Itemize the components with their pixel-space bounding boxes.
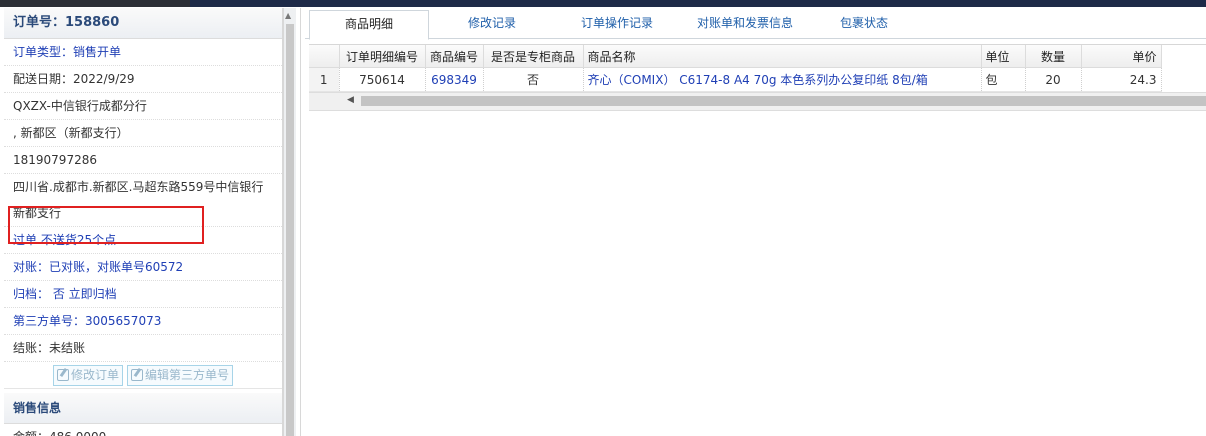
district-row: , 新都区（新都支行） [4, 120, 282, 147]
order-number-header: 订单号：158860 [4, 8, 282, 39]
order-action-buttons: 修改订单 编辑第三方单号 [4, 362, 282, 389]
scroll-up-arrow-icon[interactable]: ▲ [285, 11, 291, 20]
column-header-product-name[interactable]: 商品名称 [583, 45, 982, 68]
detail-id-cell: 750614 [339, 67, 426, 92]
delivery-date-row: 配送日期：2022/9/29 [4, 66, 282, 93]
amount-row: 金额：486.0000 [4, 424, 282, 436]
edit-third-party-label: 编辑第三方单号 [145, 367, 230, 382]
edit-icon [56, 369, 69, 381]
order-number-title: 订单号：158860 [13, 15, 120, 30]
tab-statement-invoice[interactable]: 对账单和发票信息 [685, 10, 805, 38]
column-header-unit[interactable]: 单位 [981, 45, 1026, 68]
detail-tabs: 商品明细 修改记录 订单操作记录 对账单和发票信息 包裹状态 [305, 8, 1206, 40]
tab-order-operation-log[interactable]: 订单操作记录 [567, 10, 667, 38]
edit-third-party-button[interactable]: 编辑第三方单号 [127, 364, 234, 386]
unit-cell: 包 [981, 67, 1026, 92]
sales-info-header: 销售信息 [4, 393, 282, 424]
settlement-row: 结账：未结账 [4, 335, 282, 362]
scroll-left-arrow-icon[interactable]: ◀ [347, 95, 354, 105]
table-header-row: 订单明细编号 商品编号 是否是专柜商品 商品名称 单位 数量 单价 [309, 45, 1162, 68]
edit-icon [131, 369, 143, 381]
customer-name-row: QXZX-中信银行成都分行 [4, 93, 282, 120]
table-row[interactable]: 1 750614 698349 否 齐心（COMIX） C6174-8 A4 7… [309, 67, 1162, 92]
column-header-product-id[interactable]: 商品编号 [425, 45, 484, 68]
counter-cell: 否 [483, 67, 584, 92]
edit-order-button[interactable]: 修改订单 [52, 364, 123, 386]
product-id-link[interactable]: 698349 [425, 67, 484, 92]
row-number: 1 [309, 67, 340, 92]
product-table: 订单明细编号 商品编号 是否是专柜商品 商品名称 单位 数量 单价 1 7506… [309, 45, 1162, 92]
edit-order-label: 修改订单 [70, 367, 119, 382]
product-grid: 订单明细编号 商品编号 是否是专柜商品 商品名称 单位 数量 单价 1 7506… [309, 44, 1206, 111]
column-header-quantity[interactable]: 数量 [1025, 45, 1082, 68]
column-header-detail-id[interactable]: 订单明细编号 [339, 45, 426, 68]
horizontal-scrollbar[interactable]: ◀ [309, 92, 1206, 111]
tab-modification-log[interactable]: 修改记录 [447, 10, 537, 38]
panel-divider [300, 8, 301, 436]
vertical-scrollbar-thumb[interactable] [286, 24, 294, 436]
reconcile-row[interactable]: 对账：已对账，对账单号60572 [4, 254, 282, 281]
quantity-cell: 20 [1025, 67, 1082, 92]
top-bar-accent [190, 0, 1206, 7]
order-type-row: 订单类型：销售开单 [4, 39, 282, 66]
address-row: 四川省.成都市.新都区.马超东路559号中信银行 [13, 180, 264, 194]
price-cell: 24.3 [1081, 67, 1162, 92]
order-info-panel: 订单号：158860 订单类型：销售开单 配送日期：2022/9/29 QXZX… [4, 8, 283, 436]
column-header-index [309, 45, 340, 68]
third-party-number-row: 第三方单号：3005657073 [4, 308, 282, 335]
red-highlight-box [8, 206, 204, 244]
panel-splitter[interactable]: ▲ [283, 8, 296, 436]
top-bar [0, 0, 1206, 7]
tab-package-status[interactable]: 包裹状态 [823, 10, 905, 38]
tab-product-details[interactable]: 商品明细 [309, 10, 429, 40]
detail-area: 商品明细 修改记录 订单操作记录 对账单和发票信息 包裹状态 订单明细编号 商品… [305, 8, 1206, 436]
phone-row: 18190797286 [4, 147, 282, 174]
column-header-counter[interactable]: 是否是专柜商品 [483, 45, 584, 68]
product-name-link[interactable]: 齐心（COMIX） C6174-8 A4 70g 本色系列办公复印纸 8包/箱 [583, 67, 982, 92]
horizontal-scrollbar-thumb[interactable] [361, 96, 1206, 106]
column-header-price[interactable]: 单价 [1081, 45, 1162, 68]
archive-row[interactable]: 归档： 否 立即归档 [4, 281, 282, 308]
